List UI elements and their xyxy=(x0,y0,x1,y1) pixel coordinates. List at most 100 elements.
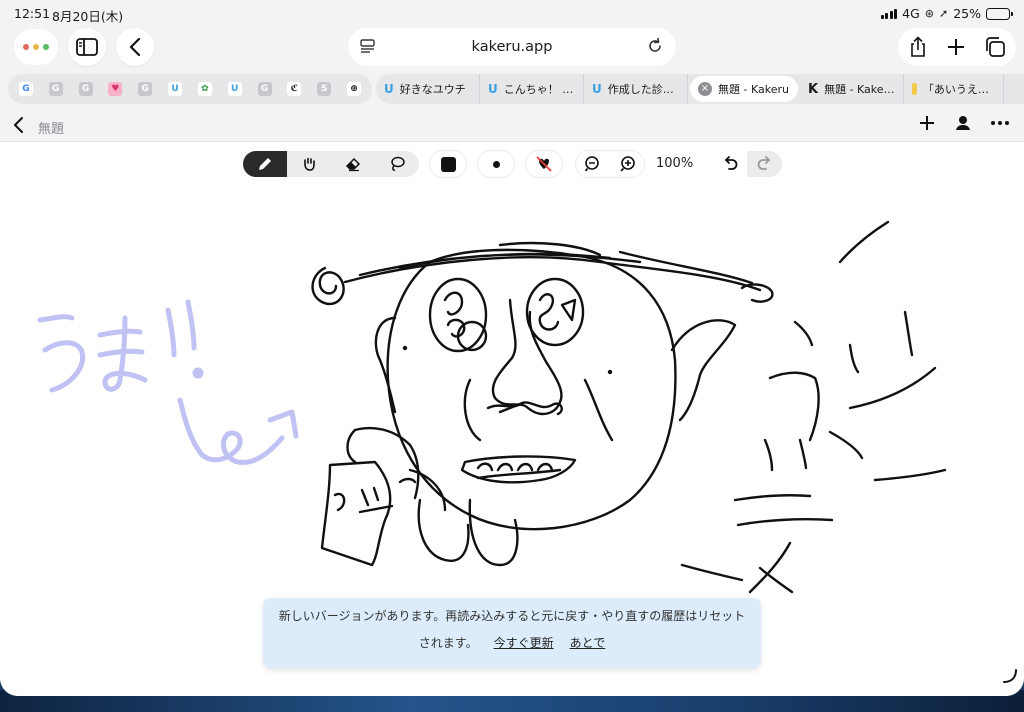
rainbow-u-icon: U xyxy=(592,82,602,96)
left-ear xyxy=(374,316,397,414)
tab-strip: U 好きなユウチ U こんちゃ！ |... U 作成した診断… × 無題 - Kakeru K 無… xyxy=(376,74,1024,104)
location-icon: ➚ xyxy=(938,7,949,20)
hair-curl-left xyxy=(311,266,345,306)
tab-label: 「あいうえお」… xyxy=(922,83,995,96)
lasso-tool-button[interactable] xyxy=(375,151,419,177)
status-bar: 12:51 8月20日(木) 4G ⊛ ➚ 25% xyxy=(0,0,1024,28)
pen-icon xyxy=(259,158,271,170)
tab-label: 無題 - Kakeru xyxy=(824,83,895,96)
zoom-out-icon xyxy=(584,156,599,172)
pinned-tab[interactable]: G xyxy=(251,77,279,101)
back-button[interactable] xyxy=(116,28,154,66)
more-icon[interactable] xyxy=(990,114,1010,132)
reload-icon[interactable] xyxy=(646,37,664,55)
plant-icon: ✿ xyxy=(197,82,212,96)
account-icon[interactable] xyxy=(954,114,972,132)
pinned-tab[interactable]: G xyxy=(12,77,40,101)
heart-icon: ♥ xyxy=(108,82,123,96)
browser-tab[interactable]: 「あいうえお」… xyxy=(904,74,1004,104)
browser-tab[interactable]: × 無題 - Kakeru xyxy=(690,76,798,102)
cursive-logo-icon: ℭ xyxy=(287,82,302,96)
pinned-tab[interactable]: G xyxy=(42,77,70,101)
pinned-tab[interactable]: G xyxy=(131,77,159,101)
tab-label: 作成した診断… xyxy=(607,83,679,96)
network-type: 4G xyxy=(902,6,920,21)
status-indicators: 4G ⊛ ➚ 25% xyxy=(880,6,1013,21)
kakeru-k-icon: K xyxy=(808,81,819,97)
yellow-icon xyxy=(912,83,917,95)
color-swatch-black xyxy=(440,156,456,172)
battery-percent: 25% xyxy=(953,6,981,21)
tab-label: こんちゃ！ |... xyxy=(503,83,575,96)
pinned-tab[interactable]: U xyxy=(161,77,189,101)
rainbow-u-icon: U xyxy=(488,82,498,96)
pinned-tab[interactable]: ✿ xyxy=(191,77,219,101)
window-dots-button[interactable] xyxy=(14,29,58,65)
color-picker-button[interactable] xyxy=(430,151,466,177)
pinned-tab[interactable]: ℭ xyxy=(280,77,308,101)
globe-icon: ⊕ xyxy=(347,82,362,96)
pressure-toggle-button[interactable] xyxy=(526,151,562,177)
undo-button[interactable] xyxy=(712,151,747,177)
document-title[interactable]: 無題 xyxy=(38,118,64,137)
stroke-dot-icon xyxy=(492,160,500,168)
browser-tab[interactable]: U こんちゃ！ |... xyxy=(480,74,584,104)
google-icon: G xyxy=(18,82,33,96)
resize-corner-icon xyxy=(1003,669,1017,683)
close-icon[interactable]: × xyxy=(698,82,712,96)
browser-tab[interactable]: U 作成した診断… xyxy=(584,74,688,104)
eraser-icon xyxy=(345,157,361,172)
tab-label: 無題 - Kakeru xyxy=(718,83,789,96)
back-arrow-icon[interactable] xyxy=(12,116,26,134)
pinned-tab[interactable]: G xyxy=(72,77,100,101)
hair-stroke xyxy=(343,256,762,292)
address-bar[interactable]: kakeru.app xyxy=(348,28,676,66)
share-icon[interactable] xyxy=(908,36,928,58)
ipad-screen: 12:51 8月20日(木) 4G ⊛ ➚ 25% kakeru.app G G G… xyxy=(0,0,1024,696)
history-controls xyxy=(712,151,782,177)
lasso-icon xyxy=(391,156,405,171)
pinned-tab[interactable]: ⊕ xyxy=(340,77,368,101)
g-tile-icon: G xyxy=(257,82,272,96)
hand-icon xyxy=(304,157,315,171)
sidebar-toggle-button[interactable] xyxy=(68,28,106,66)
notification-message-cont: されます。 xyxy=(418,636,478,650)
zoom-in-button[interactable] xyxy=(610,151,644,177)
hand-stroke xyxy=(346,426,447,512)
lock-rotation-icon: ⊛ xyxy=(924,7,934,20)
later-link[interactable]: あとで xyxy=(570,634,606,651)
browser-tab[interactable]: U 好きなユウチ xyxy=(376,74,480,104)
new-tab-icon[interactable] xyxy=(947,38,965,56)
pinned-tab[interactable]: S xyxy=(310,77,338,101)
rainbow-u-icon: U xyxy=(384,82,394,96)
hand-tool-button[interactable] xyxy=(287,151,331,177)
add-icon[interactable] xyxy=(918,114,936,132)
blue-handwriting xyxy=(37,299,299,465)
s-tile-icon: S xyxy=(317,82,332,96)
update-notification: 新しいバージョンがあります。再読み込みすると元に戻す・やり直すの履歴はリセット … xyxy=(263,598,761,668)
right-ear xyxy=(670,319,737,422)
browser-tab[interactable]: K 無題 - Kakeru xyxy=(800,74,904,104)
g-tile-icon: G xyxy=(48,82,63,96)
url-text: kakeru.app xyxy=(471,39,553,55)
pen-tool-button[interactable] xyxy=(243,151,287,177)
update-now-link[interactable]: 今すぐ更新 xyxy=(494,634,554,651)
tab-label: 好きなユウチ xyxy=(399,83,466,96)
zoom-level: 100% xyxy=(656,156,694,171)
g-tile-icon: G xyxy=(138,82,153,96)
redo-button[interactable] xyxy=(747,151,782,177)
zoom-out-button[interactable] xyxy=(576,151,610,177)
chevron-left-icon xyxy=(129,38,141,56)
tab-overview-icon[interactable] xyxy=(984,36,1006,58)
pinned-tab[interactable]: U xyxy=(221,77,249,101)
stroke-size-button[interactable] xyxy=(478,151,514,177)
pinned-tab[interactable]: ♥ xyxy=(101,77,129,101)
page-menu-icon xyxy=(360,39,375,53)
tool-selector xyxy=(243,151,419,177)
status-date: 8月20日(木) xyxy=(52,9,124,24)
cellular-signal-icon xyxy=(880,8,898,19)
eraser-tool-button[interactable] xyxy=(331,151,375,177)
zoom-in-icon xyxy=(620,156,635,172)
g-tile-icon: G xyxy=(78,82,93,96)
status-time: 12:51 xyxy=(14,6,51,21)
